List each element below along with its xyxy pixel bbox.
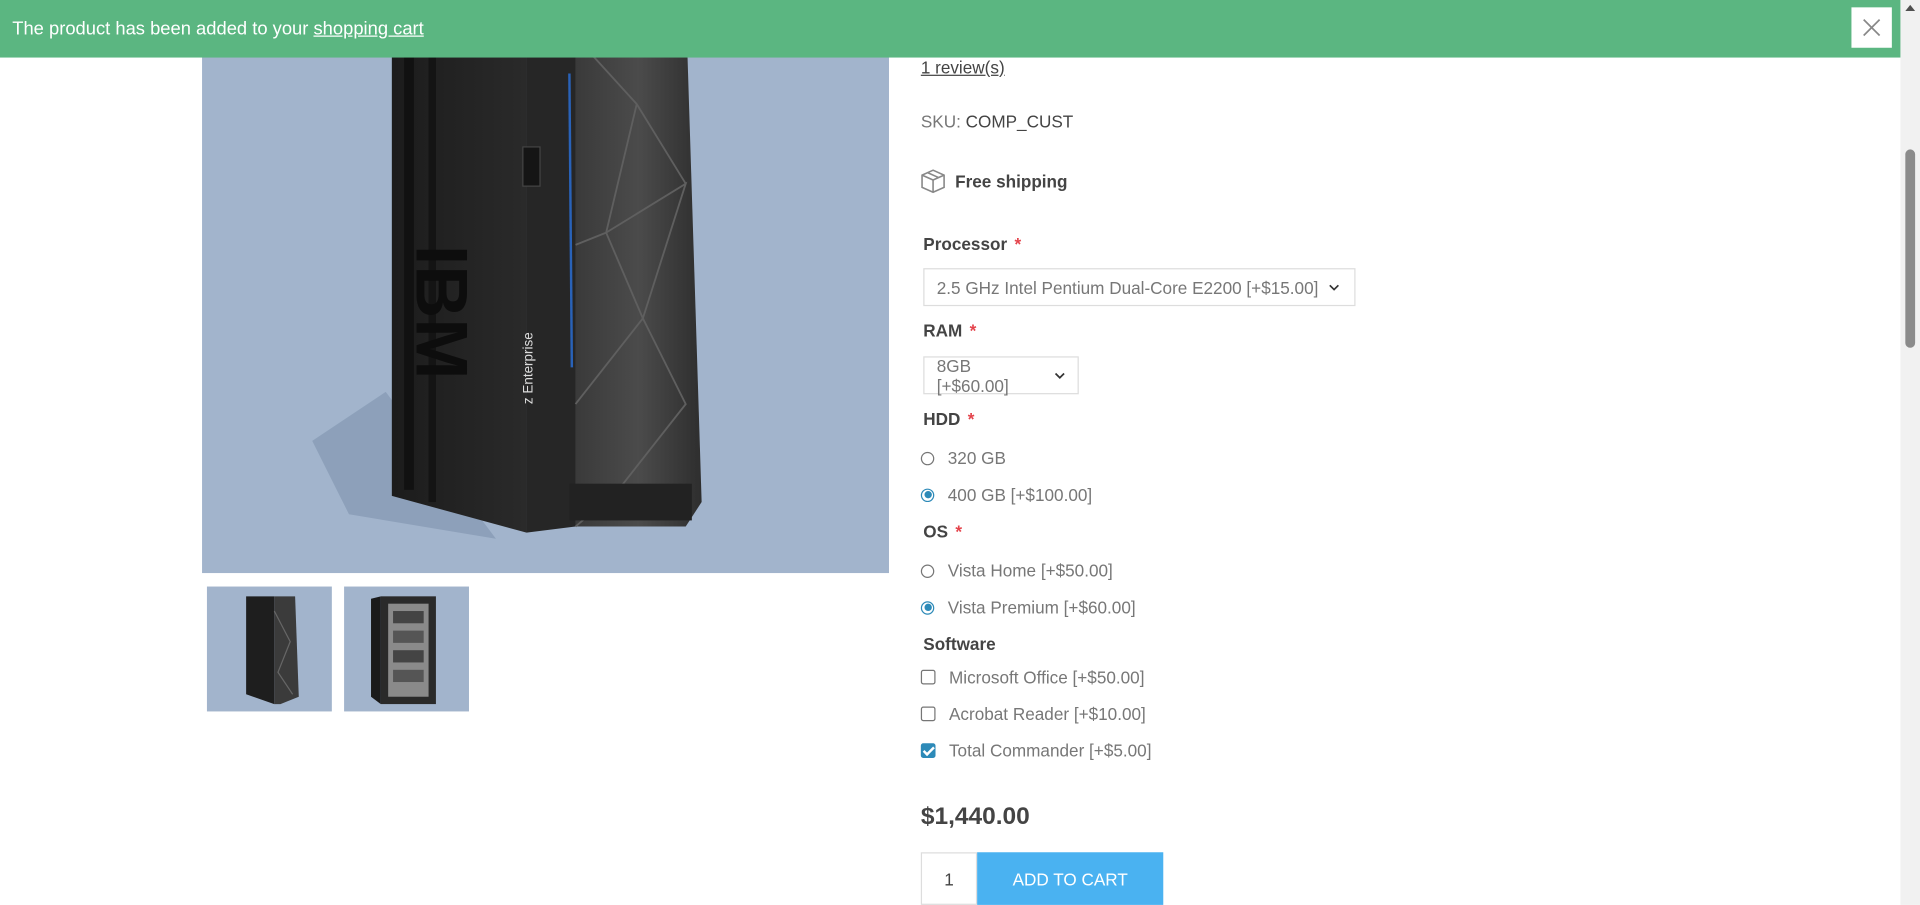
software-option-label: Microsoft Office [+$50.00] xyxy=(948,667,1145,687)
os-option-vista-home[interactable]: Vista Home [+$50.00] xyxy=(920,560,1113,581)
software-label: Software xyxy=(923,634,996,654)
sku-label: SKU: xyxy=(920,111,961,132)
product-price: $1,440.00 xyxy=(920,803,1030,831)
scrollbar-thumb[interactable] xyxy=(1905,149,1916,348)
shipping-text: Free shipping xyxy=(955,171,1068,192)
hdd-option-label: 400 GB [+$100.00] xyxy=(947,484,1093,505)
server-open-thumbnail-icon xyxy=(371,596,436,705)
radio-button[interactable] xyxy=(920,451,935,465)
reviews-link[interactable]: 1 review(s) xyxy=(921,58,1005,78)
hdd-label-text: HDD xyxy=(923,408,961,429)
close-icon xyxy=(1863,18,1881,37)
processor-label-text: Processor xyxy=(923,233,1008,254)
notification-text: The product has been added to your xyxy=(12,18,314,40)
hdd-label: HDD * xyxy=(923,409,974,429)
notification-message: The product has been added to your shopp… xyxy=(12,18,424,39)
product-main-image[interactable]: IBM z Enterprise xyxy=(202,0,889,574)
required-mark: * xyxy=(969,320,977,341)
sku: SKU: COMP_CUST xyxy=(921,111,1073,131)
checkbox[interactable] xyxy=(920,706,936,722)
required-mark: * xyxy=(955,521,963,542)
processor-selected: 2.5 GHz Intel Pentium Dual-Core E2200 [+… xyxy=(936,277,1319,297)
processor-select[interactable]: 2.5 GHz Intel Pentium Dual-Core E2200 [+… xyxy=(923,268,1356,307)
notification-bar: The product has been added to your shopp… xyxy=(0,0,1901,58)
package-icon xyxy=(921,169,945,194)
server-rack-image: IBM z Enterprise xyxy=(312,0,702,539)
os-option-vista-premium[interactable]: Vista Premium [+$60.00] xyxy=(920,597,1136,618)
add-to-cart-button[interactable]: ADD TO CART xyxy=(977,852,1164,905)
software-option-acrobat-reader[interactable]: Acrobat Reader [+$10.00] xyxy=(920,704,1146,724)
software-option-microsoft-office[interactable]: Microsoft Office [+$50.00] xyxy=(920,667,1145,687)
software-option-total-commander[interactable]: Total Commander [+$5.00] xyxy=(920,740,1152,761)
quantity-input[interactable]: 1 xyxy=(920,852,978,905)
required-mark: * xyxy=(967,408,975,429)
close-button[interactable] xyxy=(1851,7,1892,48)
product-thumbnail-1[interactable] xyxy=(206,586,332,712)
page-scrollbar[interactable] xyxy=(1900,0,1920,905)
chevron-down-icon xyxy=(1328,284,1339,291)
svg-text:IBM: IBM xyxy=(400,245,483,380)
free-shipping: Free shipping xyxy=(921,169,1068,194)
product-thumbnail-2[interactable] xyxy=(344,586,469,712)
ram-select[interactable]: 8GB [+$60.00] xyxy=(923,355,1079,395)
software-option-label: Acrobat Reader [+$10.00] xyxy=(948,704,1146,724)
ram-selected: 8GB [+$60.00] xyxy=(936,355,1009,395)
checkbox-checked[interactable] xyxy=(920,743,936,758)
os-label: OS * xyxy=(923,522,962,542)
radio-button[interactable] xyxy=(920,563,935,578)
scroll-up-arrow-icon[interactable] xyxy=(1905,4,1916,12)
radio-button-selected[interactable] xyxy=(920,600,935,615)
server-thumbnail-icon xyxy=(246,596,299,705)
radio-button-selected[interactable] xyxy=(920,487,935,502)
ram-label: RAM * xyxy=(923,321,976,341)
svg-text:z Enterprise: z Enterprise xyxy=(521,332,536,404)
sku-value: COMP_CUST xyxy=(965,111,1074,132)
required-mark: * xyxy=(1014,233,1022,254)
ram-label-text: RAM xyxy=(923,320,963,341)
os-label-text: OS xyxy=(923,521,949,542)
checkbox[interactable] xyxy=(920,669,936,685)
page: IBM z Enterprise 1 review(s) SKU: COMP_C… xyxy=(0,0,1920,905)
hdd-option-400gb[interactable]: 400 GB [+$100.00] xyxy=(920,484,1093,505)
os-option-label: Vista Home [+$50.00] xyxy=(947,560,1113,581)
hdd-option-label: 320 GB xyxy=(947,448,1006,468)
shopping-cart-link[interactable]: shopping cart xyxy=(313,18,423,39)
chevron-down-icon xyxy=(1055,372,1066,379)
processor-label: Processor * xyxy=(923,234,1021,254)
software-option-label: Total Commander [+$5.00] xyxy=(948,740,1152,761)
hdd-option-320gb[interactable]: 320 GB xyxy=(920,448,1006,468)
os-option-label: Vista Premium [+$60.00] xyxy=(947,597,1136,618)
